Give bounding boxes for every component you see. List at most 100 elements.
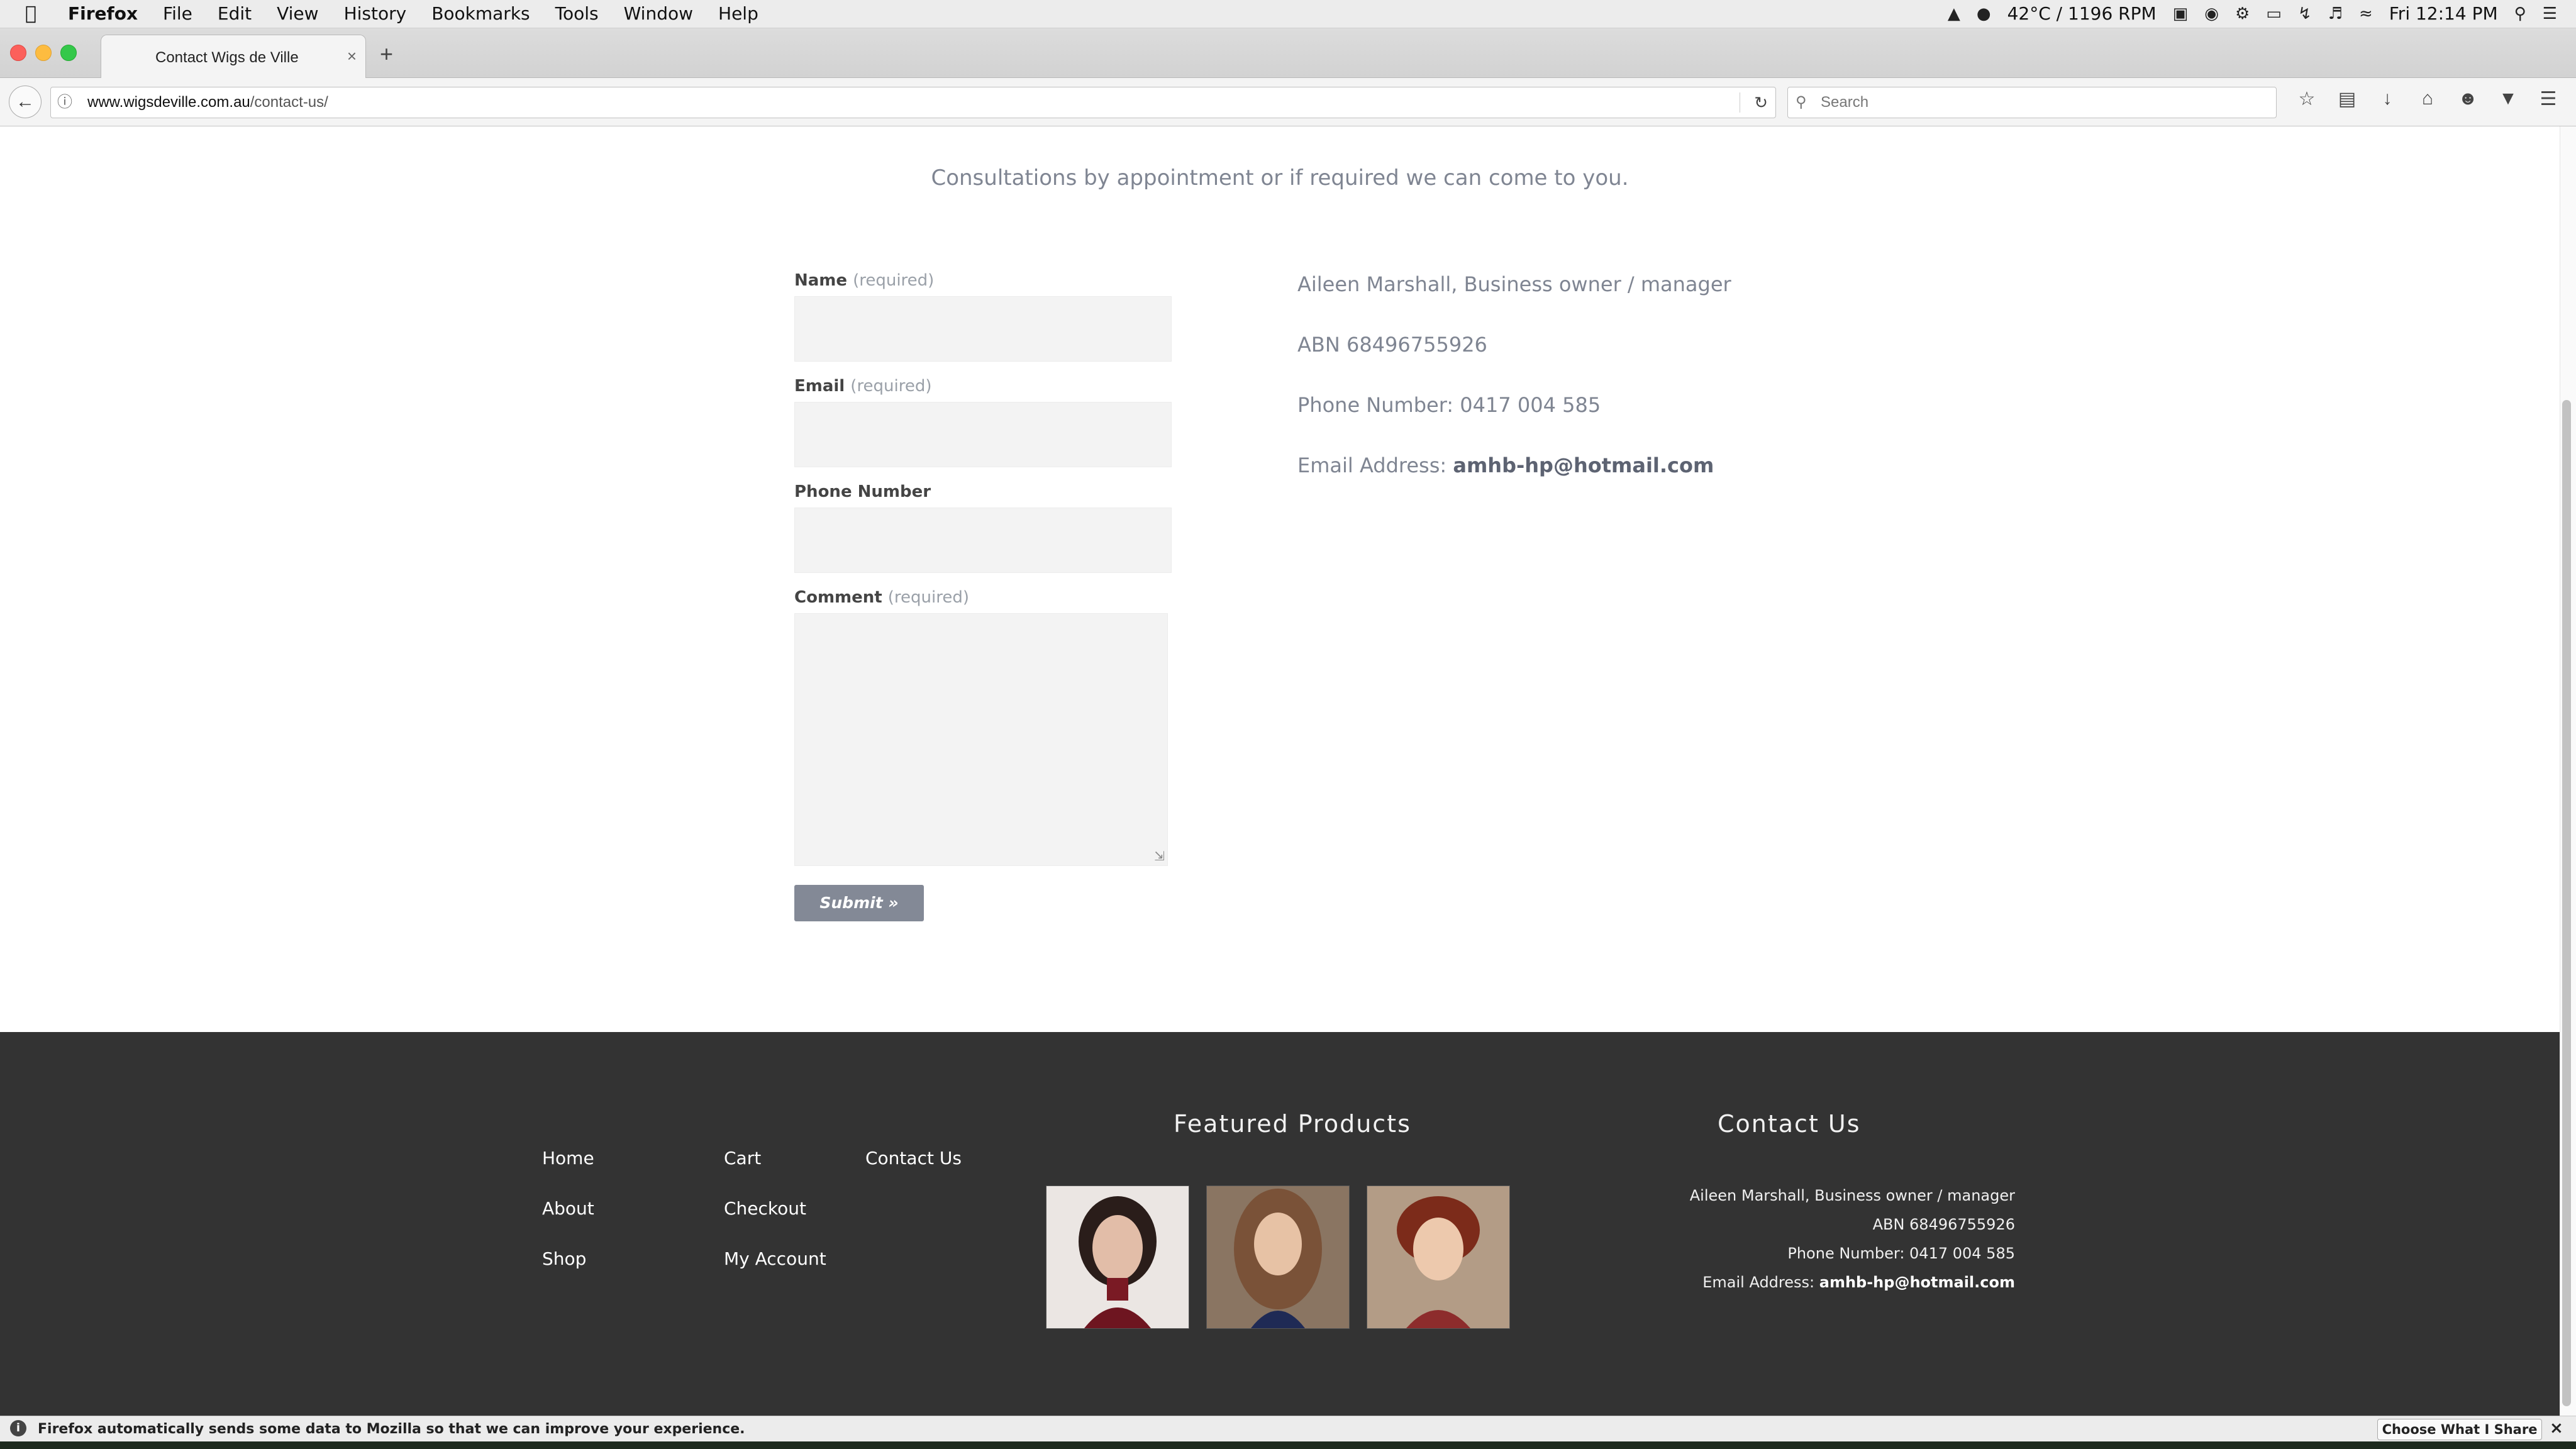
menu-window[interactable]: Window (624, 3, 693, 24)
app-menus: Firefox File Edit View History Bookmarks… (68, 3, 784, 24)
name-field[interactable] (794, 296, 1172, 362)
footer-link-about[interactable]: About (542, 1198, 594, 1248)
gear-icon[interactable]: ⚙ (2235, 4, 2250, 23)
featured-product-image-3[interactable] (1367, 1185, 1510, 1329)
adobe-icon[interactable]: ▲ (1948, 4, 1960, 23)
footer-nav-col3: Contact Us (865, 1148, 962, 1198)
wifi-icon[interactable]: ≈ (2359, 4, 2373, 23)
menu-history[interactable]: History (344, 3, 407, 24)
footer-phone-line: Phone Number: 0417 004 585 (1787, 1245, 2015, 1262)
choose-what-i-share-button[interactable]: Choose What I Share (2377, 1419, 2542, 1440)
notification-text: Firefox automatically sends some data to… (38, 1421, 745, 1437)
tab-bar: Contact Wigs de Ville × + (0, 28, 2576, 78)
notification-center-icon[interactable]: ☰ (2543, 4, 2557, 23)
globe-icon[interactable]: ● (1977, 4, 1991, 23)
menu-file[interactable]: File (163, 3, 192, 24)
back-button[interactable]: ← (9, 86, 42, 118)
tab-contact-wigs[interactable]: Contact Wigs de Ville × (101, 35, 366, 78)
new-tab-button[interactable]: + (380, 41, 393, 67)
minimize-window-button[interactable] (35, 45, 52, 61)
macos-menu-bar:  Firefox File Edit View History Bookmar… (0, 0, 2576, 28)
email-prefix: Email Address: (1297, 453, 1453, 477)
menu-tools[interactable]: Tools (555, 3, 599, 24)
footer-link-contact-us[interactable]: Contact Us (865, 1148, 962, 1198)
clock[interactable]: Fri 12:14 PM (2389, 3, 2498, 24)
footer-link-home[interactable]: Home (542, 1148, 594, 1198)
sync-icon[interactable]: ◉ (2204, 4, 2219, 23)
temperature-readout[interactable]: 42°C / 1196 RPM (2007, 3, 2157, 24)
url-bar[interactable]: ⓘ www.wigsdeville.com.au/contact-us/ ↻ (50, 87, 1776, 118)
consultation-tagline: Consultations by appointment or if requi… (931, 165, 1629, 191)
bookmark-star-icon[interactable]: ☆ (2287, 88, 2327, 110)
footer-link-checkout[interactable]: Checkout (724, 1198, 826, 1248)
footer-abn-line: ABN 68496755926 (1872, 1216, 2015, 1233)
data-collection-notification: i Firefox automatically sends some data … (0, 1416, 2576, 1441)
woman-portrait-image (1207, 1186, 1349, 1328)
scrollbar-thumb[interactable] (2562, 400, 2571, 1406)
footer-contact-info: Aileen Marshall, Business owner / manage… (1635, 1187, 2015, 1302)
footer-owner-line: Aileen Marshall, Business owner / manage… (1689, 1187, 2015, 1204)
apple-menu-icon[interactable]:  (25, 3, 36, 25)
comment-textarea[interactable]: ⇲ (794, 613, 1168, 866)
airplay-icon[interactable]: ▭ (2266, 4, 2282, 23)
menu-firefox[interactable]: Firefox (68, 3, 138, 24)
chat-icon[interactable]: ☻ (2448, 88, 2488, 110)
zoom-window-button[interactable] (60, 45, 77, 61)
volume-icon[interactable]: ♬ (2328, 4, 2343, 23)
menu-icon[interactable]: ☰ (2528, 88, 2568, 110)
required-note: (required) (887, 588, 969, 607)
tab-title: Contact Wigs de Ville (155, 49, 299, 66)
name-label: Name (required) (794, 271, 1172, 296)
close-tab-icon[interactable]: × (347, 47, 357, 66)
pocket-icon[interactable]: ▼ (2488, 88, 2528, 110)
footer-nav-col1: Home About Shop (542, 1148, 594, 1299)
search-icon: ⚲ (1796, 94, 1807, 111)
disk-icon[interactable]: ▣ (2173, 4, 2189, 23)
reading-list-icon[interactable]: ▤ (2327, 88, 2367, 110)
home-icon[interactable]: ⌂ (2407, 88, 2448, 110)
woman-portrait-image (1367, 1186, 1509, 1328)
footer-link-cart[interactable]: Cart (724, 1148, 826, 1198)
menu-help[interactable]: Help (718, 3, 758, 24)
site-footer: Home About Shop Cart Checkout My Account… (0, 1032, 2560, 1416)
url-path: /contact-us/ (250, 94, 328, 111)
close-notification-icon[interactable]: × (2550, 1419, 2563, 1438)
phone-line: Phone Number: 0417 004 585 (1297, 393, 1601, 417)
menu-bookmarks[interactable]: Bookmarks (431, 3, 530, 24)
close-window-button[interactable] (10, 45, 26, 61)
site-info-icon[interactable]: ⓘ (57, 87, 72, 118)
footer-email-line: Email Address: amhb-hp@hotmail.com (1635, 1274, 2015, 1302)
featured-products-heading: Featured Products (1174, 1110, 1411, 1138)
featured-product-image-1[interactable] (1046, 1185, 1189, 1329)
desktop-strip (0, 1441, 2576, 1449)
bluetooth-icon[interactable]: ↯ (2298, 4, 2312, 23)
phone-label: Phone Number (794, 482, 1172, 508)
footer-email-link[interactable]: amhb-hp@hotmail.com (1819, 1274, 2015, 1291)
download-icon[interactable]: ↓ (2367, 88, 2407, 110)
abn-line: ABN 68496755926 (1297, 333, 1487, 357)
footer-contact-heading: Contact Us (1718, 1110, 1861, 1138)
email-field[interactable] (794, 402, 1172, 467)
footer-email-prefix: Email Address: (1702, 1274, 1819, 1291)
featured-product-image-2[interactable] (1206, 1185, 1350, 1329)
menu-edit[interactable]: Edit (218, 3, 252, 24)
spotlight-search-icon[interactable]: ⚲ (2514, 4, 2526, 23)
menu-view[interactable]: View (277, 3, 318, 24)
reload-icon[interactable]: ↻ (1754, 87, 1768, 118)
page-content: Consultations by appointment or if requi… (0, 126, 2560, 1032)
navigation-bar: ← ⓘ www.wigsdeville.com.au/contact-us/ ↻… (0, 78, 2576, 126)
contact-form: Name (required) Email (required) Phone N… (794, 271, 1172, 921)
required-note: (required) (853, 271, 935, 290)
submit-button[interactable]: Submit » (794, 885, 924, 921)
url-text[interactable]: www.wigsdeville.com.au/contact-us/ (87, 87, 328, 118)
resize-grip-icon[interactable]: ⇲ (1154, 848, 1165, 864)
footer-link-my-account[interactable]: My Account (724, 1248, 826, 1299)
comment-label-text: Comment (794, 588, 882, 607)
phone-field[interactable] (794, 508, 1172, 573)
search-placeholder: Search (1821, 94, 1869, 111)
search-bar[interactable]: ⚲ Search (1787, 87, 2277, 118)
footer-link-shop[interactable]: Shop (542, 1248, 594, 1299)
email-link[interactable]: amhb-hp@hotmail.com (1453, 453, 1714, 477)
phone-label-text: Phone Number (794, 482, 931, 501)
owner-line: Aileen Marshall, Business owner / manage… (1297, 272, 1731, 296)
